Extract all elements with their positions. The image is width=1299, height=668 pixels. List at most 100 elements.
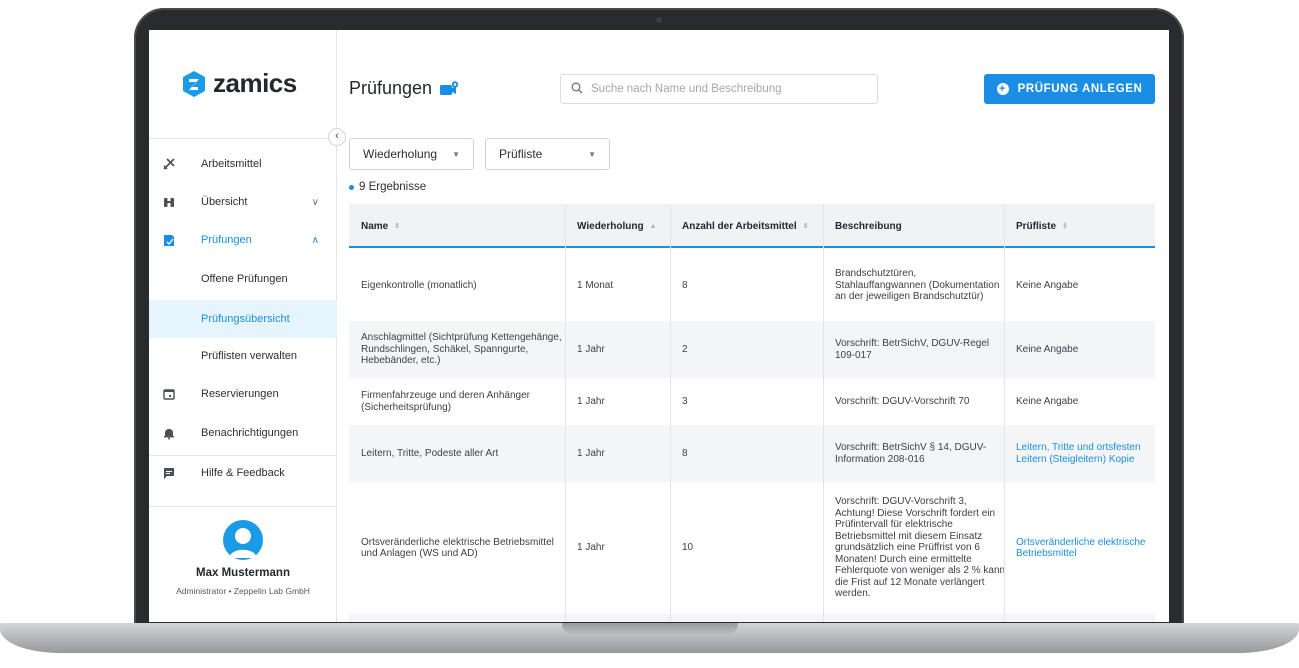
cell-beschreibung: Vorschrift: BetrSichV, DGUV-Regel 109-01…: [835, 338, 990, 361]
table-row[interactable]: [349, 614, 1155, 622]
sort-asc-icon: ▲: [649, 222, 657, 230]
tools-icon: [162, 157, 176, 171]
chat-icon: [162, 466, 176, 480]
table-header: Name ⇕ Wiederholung ▲ Anzahl der Arbeitsmi…: [349, 204, 1155, 248]
clipboard-icon: [162, 233, 176, 247]
cell-name: Firmenfahrzeuge und deren Anhänger (Sich…: [361, 390, 531, 413]
filter-label: Prüfliste: [499, 147, 543, 161]
column-header-name[interactable]: Name ⇕: [361, 204, 400, 248]
collapse-sidebar-button[interactable]: ‹: [328, 128, 346, 146]
sidebar-item-arbeitsmittel[interactable]: Arbeitsmittel: [149, 145, 337, 183]
main-content: Prüfungen + PRÜFUNG ANLEGEN Wiederholung…: [338, 30, 1169, 622]
sidebar-item-label: Reservierungen: [201, 388, 279, 400]
caret-down-icon: ▼: [588, 149, 596, 159]
cell-anzahl: 8: [682, 279, 688, 291]
cell-wiederholung: 1 Monat: [577, 279, 614, 291]
sidebar-item-reservierungen[interactable]: Reservierungen: [149, 375, 337, 413]
sidebar-item-label: Prüfungsübersicht: [201, 313, 290, 325]
binoculars-icon: [162, 195, 176, 209]
page-title: Prüfungen: [349, 78, 459, 99]
search-box[interactable]: [560, 74, 878, 104]
column-divider: [670, 204, 671, 622]
sort-icon: ⇕: [1062, 223, 1068, 230]
search-icon: [571, 82, 583, 97]
page-title-text: Prüfungen: [349, 78, 433, 98]
column-divider: [823, 204, 824, 622]
cell-anzahl: 10: [682, 542, 694, 554]
user-name: Max Mustermann: [196, 567, 290, 579]
camera-dot: [656, 17, 662, 23]
caret-down-icon: ▼: [452, 149, 460, 159]
sidebar-item-label: Benachrichtigungen: [201, 427, 299, 439]
result-dot: [349, 184, 354, 190]
profile-divider: [149, 506, 337, 507]
laptop-notch: [562, 623, 738, 635]
cell-wiederholung: 1 Jahr: [577, 343, 605, 355]
sidebar-item-uebersicht[interactable]: Übersicht ∨: [149, 183, 337, 221]
table-row[interactable]: Leitern, Tritte, Podeste aller Art 1 Jah…: [349, 425, 1155, 482]
sidebar-item-pruefisten-verwalten[interactable]: Prüflisten verwalten: [149, 337, 337, 375]
cell-beschreibung: Vorschrift: BetrSichV § 14, DGUV-Informa…: [835, 442, 987, 465]
user-icon: [229, 528, 257, 558]
table-row[interactable]: Firmenfahrzeuge und deren Anhänger (Sich…: [349, 378, 1155, 425]
user-role: Administrator • Zeppelin Lab GmbH: [176, 586, 310, 596]
bell-icon: [162, 426, 176, 440]
cell-anzahl: 8: [682, 447, 688, 459]
result-count: 9 Ergebnisse: [349, 181, 426, 193]
add-pruefung-label: PRÜFUNG ANLEGEN: [1017, 83, 1143, 95]
sidebar-item-label: Übersicht: [201, 196, 248, 208]
filter-pruefliste[interactable]: Prüfliste ▼: [485, 138, 610, 170]
plus-icon: +: [996, 83, 1009, 95]
cell-wiederholung: 1 Jahr: [577, 395, 605, 407]
sidebar-item-pruefungsuebersicht[interactable]: Prüfungsübersicht: [149, 300, 337, 338]
cell-beschreibung: Brandschutztüren, Stahlauffangwannen (Do…: [835, 268, 1000, 303]
video-icon[interactable]: [440, 80, 459, 97]
cell-name: Ortsveränderliche elektrische Betriebsmi…: [361, 536, 554, 560]
sidebar-item-hilfe-feedback[interactable]: Hilfe & Feedback: [149, 454, 337, 492]
column-divider: [565, 204, 566, 622]
sidebar-item-offene-pruefungen[interactable]: Offene Prüfungen: [149, 260, 337, 298]
calendar-icon: [162, 387, 176, 401]
sort-icon: ⇕: [802, 223, 809, 230]
cell-wiederholung: 1 Jahr: [577, 447, 605, 459]
sort-icon: ⇕: [394, 223, 401, 230]
sidebar-item-benachrichtigungen[interactable]: Benachrichtigungen: [149, 414, 337, 452]
cell-wiederholung: 1 Jahr: [577, 542, 605, 554]
logo-divider: [149, 138, 337, 139]
logo[interactable]: zamics: [183, 68, 297, 99]
sidebar-item-label: Prüflisten verwalten: [201, 350, 297, 362]
cell-anzahl: 2: [682, 343, 688, 355]
sidebar-item-pruefungen[interactable]: Prüfungen ∧: [149, 221, 337, 259]
filter-wiederholung[interactable]: Wiederholung ▼: [349, 138, 474, 170]
table-row[interactable]: Anschlagmittel (Sichtprüfung Kettengehän…: [349, 321, 1155, 378]
zamics-logo-icon: [183, 70, 205, 97]
table-row[interactable]: Eigenkontrolle (monatlich) 1 Monat 8 Bra…: [349, 250, 1155, 321]
logo-text: zamics: [213, 68, 297, 98]
cell-pruefliste: Keine Angabe: [1016, 279, 1079, 291]
avatar[interactable]: [223, 520, 263, 560]
column-header-anzahl[interactable]: Anzahl der Arbeitsmittel ⇕: [682, 204, 809, 248]
cell-anzahl: 3: [682, 395, 688, 407]
cell-pruefliste: Keine Angabe: [1016, 343, 1079, 355]
cell-name: Anschlagmittel (Sichtprüfung Kettengehän…: [361, 332, 562, 367]
column-header-pruefliste[interactable]: Prüfliste ⇕: [1016, 204, 1068, 248]
table-row[interactable]: Ortsveränderliche elektrische Betriebsmi…: [349, 482, 1155, 614]
chevron-up-icon: ∧: [311, 234, 319, 246]
add-pruefung-button[interactable]: + PRÜFUNG ANLEGEN: [984, 74, 1155, 104]
result-count-text: 9 Ergebnisse: [359, 181, 427, 193]
sidebar-item-label: Arbeitsmittel: [201, 158, 262, 170]
cell-pruefliste-link[interactable]: Ortsveränderliche elektrische Betriebsmi…: [1016, 482, 1155, 614]
cell-pruefliste: Keine Angabe: [1016, 395, 1079, 407]
cell-name: Leitern, Tritte, Podeste aller Art: [361, 447, 499, 459]
search-input[interactable]: [591, 83, 861, 95]
filter-label: Wiederholung: [363, 147, 438, 161]
cell-beschreibung: Vorschrift: DGUV-Vorschrift 70: [835, 395, 970, 407]
sidebar: zamics Arbeitsmittel Übersicht ∨ Prüfung…: [149, 30, 337, 622]
laptop-screen: zamics Arbeitsmittel Übersicht ∨ Prüfung…: [149, 30, 1169, 622]
sidebar-item-label: Hilfe & Feedback: [201, 467, 285, 479]
sidebar-item-label: Prüfungen: [201, 234, 252, 246]
cell-pruefliste-link[interactable]: Leitern, Tritte und ortsfesten Leitern (…: [1016, 425, 1155, 482]
chevron-down-icon: ∨: [311, 196, 319, 208]
cell-beschreibung: Vorschrift: DGUV-Vorschrift 3, Achtung! …: [835, 496, 1006, 600]
column-header-wiederholung[interactable]: Wiederholung ▲: [577, 204, 657, 248]
